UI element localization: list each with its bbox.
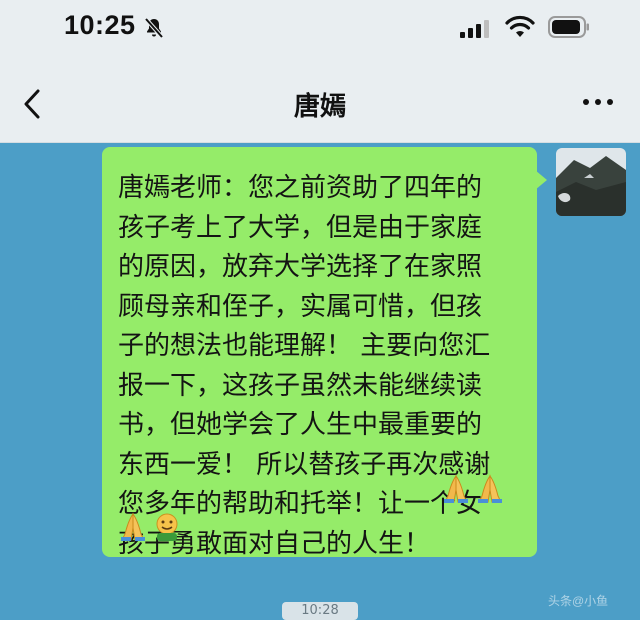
avatar[interactable] xyxy=(556,148,626,216)
inline-emojis xyxy=(442,474,504,504)
message-line: 唐嫣老师：您之前资助了四年的 xyxy=(118,173,483,203)
praying-hands-emoji xyxy=(478,474,502,503)
status-bar: 10:25 xyxy=(0,0,640,58)
more-dots-icon[interactable] xyxy=(580,94,616,110)
message-line: 子的想法也能理解！ 主要向您汇 xyxy=(118,331,491,361)
battery-icon xyxy=(548,16,589,38)
hugging-face-emoji xyxy=(156,513,178,541)
mute-icon xyxy=(144,17,164,39)
message-text: 唐嫣老师：您之前资助了四年的 孩子考上了大学，但是由于家庭 的原因，放弃大学选择… xyxy=(118,169,518,564)
message-line: 书，但她学会了人生中最重要的 xyxy=(118,410,483,440)
message-line: 东西一爱！ 所以替孩子再次感谢 xyxy=(118,449,491,480)
wifi-icon xyxy=(505,15,535,37)
emoji-row xyxy=(118,512,182,546)
message-line: 报一下，这孩子虽然未能继续读 xyxy=(118,370,483,401)
timestamp: 10:28 xyxy=(282,602,358,620)
status-time: 10:25 xyxy=(64,10,136,40)
chat-title: 唐嫣 xyxy=(293,92,346,122)
chat-header: 唐嫣 xyxy=(0,58,640,143)
message-line: 孩子考上了大学，但是由于家庭 xyxy=(118,212,483,243)
avatar-image xyxy=(556,148,626,216)
signal-icon xyxy=(460,20,489,38)
message-line: 的原因，放弃大学选择了在家照 xyxy=(118,252,483,282)
message-bubble[interactable]: 唐嫣老师：您之前资助了四年的 孩子考上了大学，但是由于家庭 的原因，放弃大学选择… xyxy=(102,147,537,559)
bubble-tail xyxy=(535,170,547,190)
watermark: 头条@小鱼 xyxy=(548,594,609,608)
praying-hands-emoji xyxy=(444,474,468,503)
chat-area: 唐嫣老师：您之前资助了四年的 孩子考上了大学，但是由于家庭 的原因，放弃大学选择… xyxy=(0,142,640,620)
praying-hands-emoji xyxy=(121,512,145,541)
message-line: 顾母亲和侄子，实属可惜，但孩 xyxy=(118,291,483,322)
